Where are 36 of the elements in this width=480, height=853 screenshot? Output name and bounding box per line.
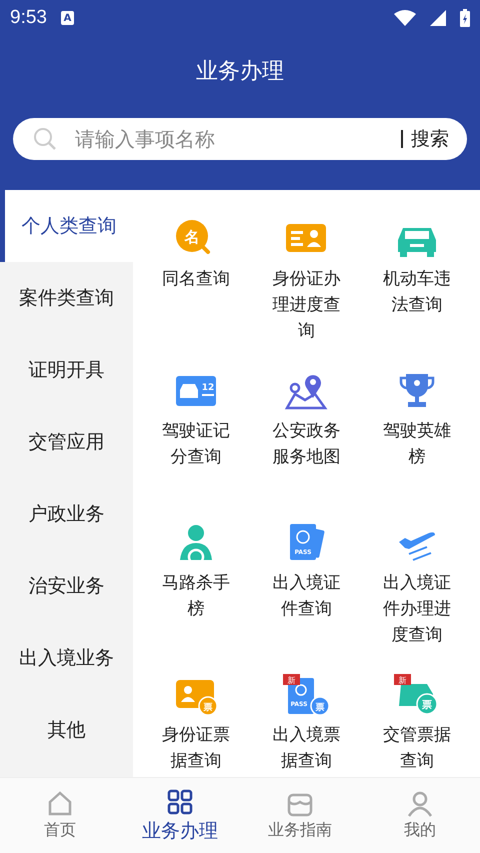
category-item[interactable]: 其他	[0, 694, 133, 766]
category-item[interactable]: 证明开具	[0, 334, 133, 406]
status-time: 9:53	[10, 7, 47, 29]
service-label[interactable]: 交管票据查询	[380, 722, 453, 774]
search-icon	[33, 127, 57, 151]
page-title: 业务办理	[195, 58, 285, 86]
service-label[interactable]: 身份证票据查询	[160, 722, 232, 774]
category-item[interactable]: 出入境业务	[0, 622, 133, 694]
search-button[interactable]: 搜索	[401, 130, 449, 148]
category-item[interactable]: 交管应用	[0, 406, 133, 478]
service-label[interactable]: 出入境票据查询	[270, 722, 342, 774]
signal-icon	[430, 10, 446, 26]
tab-label[interactable]: 业务指南	[268, 820, 332, 841]
service-label[interactable]: 驾驶证记分查询	[160, 418, 232, 470]
service-label[interactable]: 驾驶英雄榜	[380, 418, 453, 470]
search-field[interactable]: 请输入事项名称 搜索	[13, 118, 467, 160]
service-label[interactable]: 马路杀手榜	[160, 570, 232, 622]
category-item[interactable]: 户政业务	[0, 478, 133, 550]
category-item[interactable]: 个人类查询	[0, 190, 133, 262]
service-label[interactable]: 同名查询	[160, 266, 232, 292]
wifi-icon	[394, 10, 416, 26]
category-item[interactable]: 治安业务	[0, 550, 133, 622]
tab-label[interactable]: 业务办理	[142, 818, 218, 844]
tab-label[interactable]: 首页	[44, 820, 76, 841]
tab-label[interactable]: 我的	[404, 820, 436, 841]
battery-icon	[460, 9, 470, 27]
category-item[interactable]: 案件类查询	[0, 262, 133, 334]
user-icon	[406, 790, 434, 818]
service-label[interactable]: 身份证办理进度查询	[270, 266, 342, 344]
notification-icon: A	[60, 11, 74, 25]
home-icon	[46, 790, 74, 818]
service-label[interactable]: 公安政务服务地图	[270, 418, 342, 470]
service-label[interactable]: 出入境证件办理进度查询	[380, 570, 453, 648]
service-label[interactable]: 出入境证件查询	[270, 570, 342, 622]
service-label[interactable]: 机动车违法查询	[380, 266, 453, 318]
grid-icon	[166, 788, 194, 816]
